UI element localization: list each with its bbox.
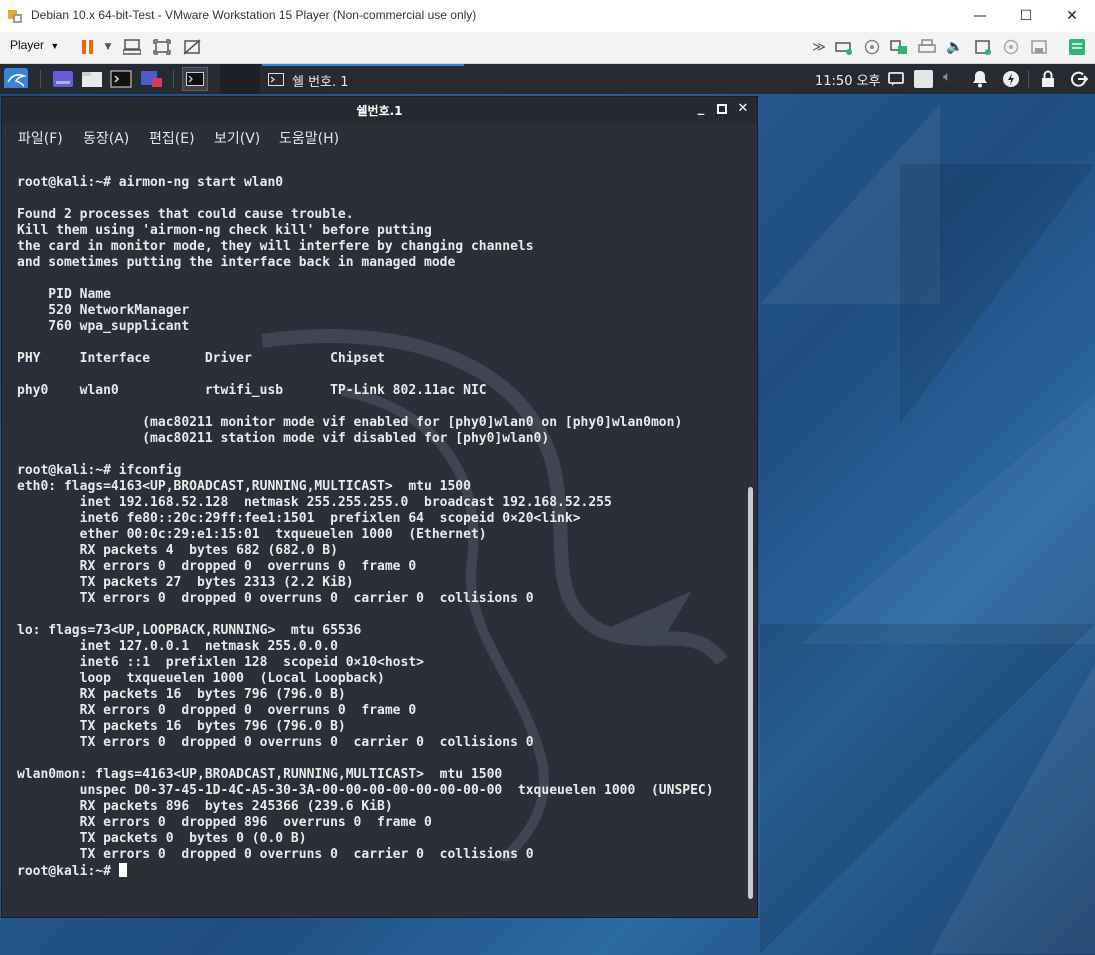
vmware-toolbar: Player ▼ ▼ ≫ 🔈 <box>0 32 1095 64</box>
terminal-titlebar[interactable]: 쉘번호.1 _ ✕ <box>2 97 757 123</box>
lock-icon[interactable] <box>1040 70 1056 90</box>
terminal-menubar: 파일(F) 동장(A) 편집(E) 보기(V) 도움말(H) <box>2 123 757 151</box>
hard-disk-icon <box>975 40 991 55</box>
file-manager-icon[interactable] <box>81 69 103 89</box>
maximize-icon: ☐ <box>1019 8 1033 24</box>
fast-forward-icon: ≫ <box>812 39 826 55</box>
separator <box>173 70 174 88</box>
terminal-output-area[interactable]: root@kali:~# airmon-ng start wlan0 Found… <box>2 151 745 917</box>
menu-edit[interactable]: 편집(E) <box>149 128 195 148</box>
network-adapter-icon <box>835 42 852 55</box>
terminal-close-button[interactable]: ✕ <box>734 100 752 118</box>
pause-button[interactable] <box>79 38 97 56</box>
menu-file[interactable]: 파일(F) <box>18 128 63 148</box>
workspace-switcher[interactable] <box>220 64 260 94</box>
maximize-button[interactable]: ☐ <box>1003 0 1049 32</box>
unity-icon <box>183 39 201 55</box>
terminal-title: 쉘번호.1 <box>356 104 403 118</box>
clock[interactable]: 11:50 오후 <box>815 70 881 89</box>
usb-icon <box>890 40 907 54</box>
player-menu-label: Player <box>10 38 45 52</box>
fit-guest-icon <box>153 39 171 55</box>
separator <box>40 70 41 88</box>
logout-icon[interactable] <box>1070 70 1088 90</box>
cd2-button[interactable] <box>1002 38 1020 56</box>
close-icon: ✕ <box>737 101 749 116</box>
notification-bell-icon[interactable] <box>972 70 988 90</box>
vmware-app-icon <box>8 10 22 23</box>
terminal-scrollbar[interactable] <box>745 151 757 917</box>
terminal-output: root@kali:~# airmon-ng start wlan0 Found… <box>17 175 714 880</box>
keyboard-layout-icon[interactable] <box>914 70 933 88</box>
pause-icon <box>82 40 93 54</box>
floppy-button[interactable] <box>1030 38 1048 56</box>
separator <box>1028 70 1029 88</box>
chevron-down-icon: ▼ <box>50 41 60 51</box>
command-output-text: root@kali:~# airmon-ng start wlan0 Found… <box>17 175 714 862</box>
text-cursor <box>118 863 127 877</box>
bg-facet <box>900 164 1095 424</box>
scrollbar-thumb[interactable] <box>748 487 753 899</box>
fit-guest-button[interactable] <box>153 38 171 56</box>
menu-action[interactable]: 동장(A) <box>83 128 129 148</box>
cd2-icon <box>1003 39 1019 55</box>
cd-button[interactable] <box>863 38 881 56</box>
taskbar-item-terminal[interactable]: 쉘 번호. 1 <box>262 64 464 94</box>
unity-button[interactable] <box>183 38 201 56</box>
send-ctrl-alt-del-icon <box>123 39 141 55</box>
menu-help[interactable]: 도움말(H) <box>279 128 339 148</box>
close-icon: ✕ <box>1066 8 1078 24</box>
menu-view[interactable]: 보기(V) <box>214 128 260 148</box>
terminal-icon <box>186 72 204 86</box>
window-title: Debian 10.x 64-bit-Test - VMware Worksta… <box>31 8 477 22</box>
terminal-maximize-button[interactable] <box>713 100 731 118</box>
taskbar-item-label: 쉘 번호. 1 <box>292 75 349 90</box>
send-ctrl-alt-del-button[interactable] <box>123 38 141 56</box>
sound-icon: 🔈 <box>946 39 964 55</box>
guest-taskbar: 쉘 번호. 1 11:50 오후 🔈︎ <box>0 64 1095 94</box>
cd-icon <box>864 39 880 55</box>
terminal-icon <box>268 73 284 86</box>
message-tray-icon[interactable] <box>888 71 904 91</box>
show-desktop-icon[interactable] <box>52 69 74 89</box>
vmware-title-bar: Debian 10.x 64-bit-Test - VMware Worksta… <box>0 0 1095 33</box>
bg-facet <box>800 394 1095 644</box>
power-manager-icon[interactable] <box>1002 70 1020 90</box>
player-menu[interactable]: Player ▼ <box>10 38 59 52</box>
maximize-icon <box>717 104 727 114</box>
printer-button[interactable] <box>918 38 936 56</box>
terminal-window: 쉘번호.1 _ ✕ 파일(F) 동장(A) 편집(E) 보기(V) 도움말(H)… <box>1 96 758 918</box>
fast-forward-button[interactable]: ≫ <box>810 38 828 56</box>
workspace-button[interactable] <box>182 67 208 91</box>
shell-prompt: root@kali:~# <box>17 864 119 879</box>
usb-button[interactable] <box>890 38 908 56</box>
screen-recorder-icon[interactable] <box>140 69 164 89</box>
bg-facet <box>930 664 1095 954</box>
terminal-launcher-icon[interactable] <box>110 69 132 89</box>
close-button[interactable]: ✕ <box>1049 0 1095 32</box>
network-adapter-button[interactable] <box>835 38 853 56</box>
terminal-minimize-button[interactable]: _ <box>692 100 710 118</box>
floppy-icon <box>1031 40 1047 54</box>
volume-icon[interactable]: 🔈︎ <box>943 69 951 89</box>
message-button[interactable] <box>1068 38 1086 56</box>
sound-button[interactable]: 🔈 <box>946 38 964 56</box>
pause-dropdown-button[interactable]: ▼ <box>99 38 117 56</box>
minimize-icon: _ <box>697 101 705 116</box>
message-icon <box>1069 39 1085 55</box>
kali-menu-icon[interactable] <box>4 68 28 88</box>
hard-disk-button[interactable] <box>974 38 992 56</box>
minimize-button[interactable]: — <box>957 0 1003 32</box>
dropdown-icon: ▼ <box>104 42 112 52</box>
printer-icon <box>918 39 936 53</box>
minimize-icon: — <box>973 8 987 24</box>
